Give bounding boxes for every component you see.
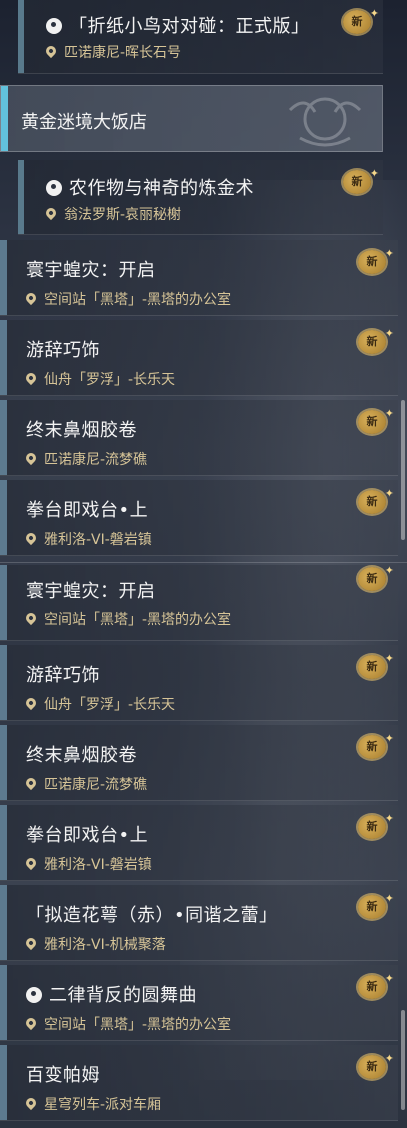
list-item[interactable]: 百变帕姆 星穹列车-派对车厢 新: [0, 1045, 398, 1121]
item-accent-bar: [0, 400, 7, 475]
item-accent-bar: [0, 805, 7, 880]
item-accent-bar: [0, 725, 7, 800]
mission-list: 「折纸小鸟对对碰：正式版」 匹诺康尼-晖长石号 新 黄金迷境大饭店 农作物与神奇…: [0, 0, 407, 1128]
item-location: 星穹列车-派对车厢: [23, 1094, 161, 1114]
item-title: 寰宇蝗灾：开启: [26, 581, 156, 602]
location-pin-icon: [23, 855, 39, 871]
crest-emblem-icon: [288, 97, 362, 147]
item-location: 空间站「黑塔」-黑塔的办公室: [23, 289, 231, 309]
new-badge: 新: [358, 242, 394, 274]
music-note-icon: [26, 987, 42, 1003]
list-item[interactable]: 游辞巧饰 仙舟「罗浮」-长乐天 新: [0, 320, 398, 396]
item-title: 「拟造花萼（赤）•同谐之蕾」: [26, 905, 278, 926]
section-title: 黄金迷境大饭店: [21, 112, 147, 133]
location-pin-icon: [23, 775, 39, 791]
item-title: 二律背反的圆舞曲: [26, 981, 197, 1007]
list-item[interactable]: 拳台即戏台•上 雅利洛-VI-磐岩镇 新: [0, 480, 398, 556]
item-title: 农作物与神奇的炼金术: [46, 174, 254, 200]
location-pin-icon: [23, 1095, 39, 1111]
item-accent-bar: [0, 885, 7, 960]
item-location: 空间站「黑塔」-黑塔的办公室: [23, 1014, 231, 1034]
location-pin-icon: [23, 610, 39, 626]
item-title: 寰宇蝗灾：开启: [26, 260, 156, 281]
list-item[interactable]: 农作物与神奇的炼金术 翁法罗斯-哀丽秘榭 新: [18, 160, 383, 235]
location-pin-icon: [23, 290, 39, 306]
list-item[interactable]: 拳台即戏台•上 雅利洛-VI-磐岩镇 新: [0, 805, 398, 881]
list-item[interactable]: 终末鼻烟胶卷 匹诺康尼-流梦礁 新: [0, 400, 398, 476]
item-location: 翁法罗斯-哀丽秘榭: [43, 204, 181, 224]
item-location: 匹诺康尼-流梦礁: [23, 774, 147, 794]
item-accent-bar: [18, 160, 24, 234]
new-badge: 新: [358, 482, 394, 514]
item-accent-bar: [0, 480, 7, 555]
item-title: 「折纸小鸟对对碰：正式版」: [46, 12, 310, 38]
item-title: 百变帕姆: [26, 1065, 100, 1086]
item-location: 匹诺康尼-晖长石号: [43, 42, 181, 62]
location-pin-icon: [23, 695, 39, 711]
location-pin-icon: [23, 1015, 39, 1031]
item-accent-bar: [18, 0, 24, 73]
divider: [0, 562, 407, 563]
item-accent-bar: [0, 565, 7, 640]
item-accent-bar: [0, 240, 7, 315]
new-badge: 新: [358, 887, 394, 919]
item-title: 拳台即戏台•上: [26, 825, 149, 846]
location-pin-icon: [43, 43, 59, 59]
item-location: 雅利洛-VI-磐岩镇: [23, 854, 152, 874]
list-item[interactable]: 「拟造花萼（赤）•同谐之蕾」 雅利洛-VI-机械聚落 新: [0, 885, 398, 961]
section-accent-bar: [1, 86, 8, 151]
new-badge: 新: [358, 322, 394, 354]
new-badge: 新: [343, 2, 379, 34]
list-item[interactable]: 「折纸小鸟对对碰：正式版」 匹诺康尼-晖长石号 新: [18, 0, 383, 74]
item-accent-bar: [0, 645, 7, 720]
new-badge: 新: [343, 162, 379, 194]
list-item[interactable]: 寰宇蝗灾：开启 空间站「黑塔」-黑塔的办公室 新: [0, 240, 398, 316]
location-pin-icon: [23, 370, 39, 386]
item-location: 匹诺康尼-流梦礁: [23, 449, 147, 469]
item-title: 拳台即戏台•上: [26, 500, 149, 521]
music-note-icon: [46, 180, 62, 196]
item-location: 空间站「黑塔」-黑塔的办公室: [23, 609, 231, 629]
item-location: 雅利洛-VI-磐岩镇: [23, 529, 152, 549]
list-item[interactable]: 游辞巧饰 仙舟「罗浮」-长乐天 新: [0, 645, 398, 721]
new-badge: 新: [358, 402, 394, 434]
item-title: 游辞巧饰: [26, 340, 100, 361]
item-location: 仙舟「罗浮」-长乐天: [23, 369, 175, 389]
scrollbar-thumb[interactable]: [401, 400, 405, 540]
item-location: 雅利洛-VI-机械聚落: [23, 934, 166, 954]
new-badge: 新: [358, 807, 394, 839]
location-pin-icon: [23, 450, 39, 466]
list-item[interactable]: 寰宇蝗灾：开启 空间站「黑塔」-黑塔的办公室 新: [0, 559, 398, 641]
item-location: 仙舟「罗浮」-长乐天: [23, 694, 175, 714]
list-item[interactable]: 终末鼻烟胶卷 匹诺康尼-流梦礁 新: [0, 725, 398, 801]
location-pin-icon: [43, 205, 59, 221]
item-title: 终末鼻烟胶卷: [26, 420, 137, 441]
item-accent-bar: [0, 965, 7, 1040]
item-title: 游辞巧饰: [26, 665, 100, 686]
new-badge: 新: [358, 559, 394, 591]
new-badge: 新: [358, 647, 394, 679]
new-badge: 新: [358, 727, 394, 759]
location-pin-icon: [23, 530, 39, 546]
item-accent-bar: [0, 320, 7, 395]
music-note-icon: [46, 18, 62, 34]
new-badge: 新: [358, 967, 394, 999]
section-header[interactable]: 黄金迷境大饭店: [0, 85, 383, 152]
item-accent-bar: [0, 1045, 7, 1120]
location-pin-icon: [23, 935, 39, 951]
new-badge: 新: [358, 1047, 394, 1079]
list-item[interactable]: 二律背反的圆舞曲 空间站「黑塔」-黑塔的办公室 新: [0, 965, 398, 1041]
item-title: 终末鼻烟胶卷: [26, 745, 137, 766]
scrollbar-thumb[interactable]: [401, 1010, 405, 1110]
